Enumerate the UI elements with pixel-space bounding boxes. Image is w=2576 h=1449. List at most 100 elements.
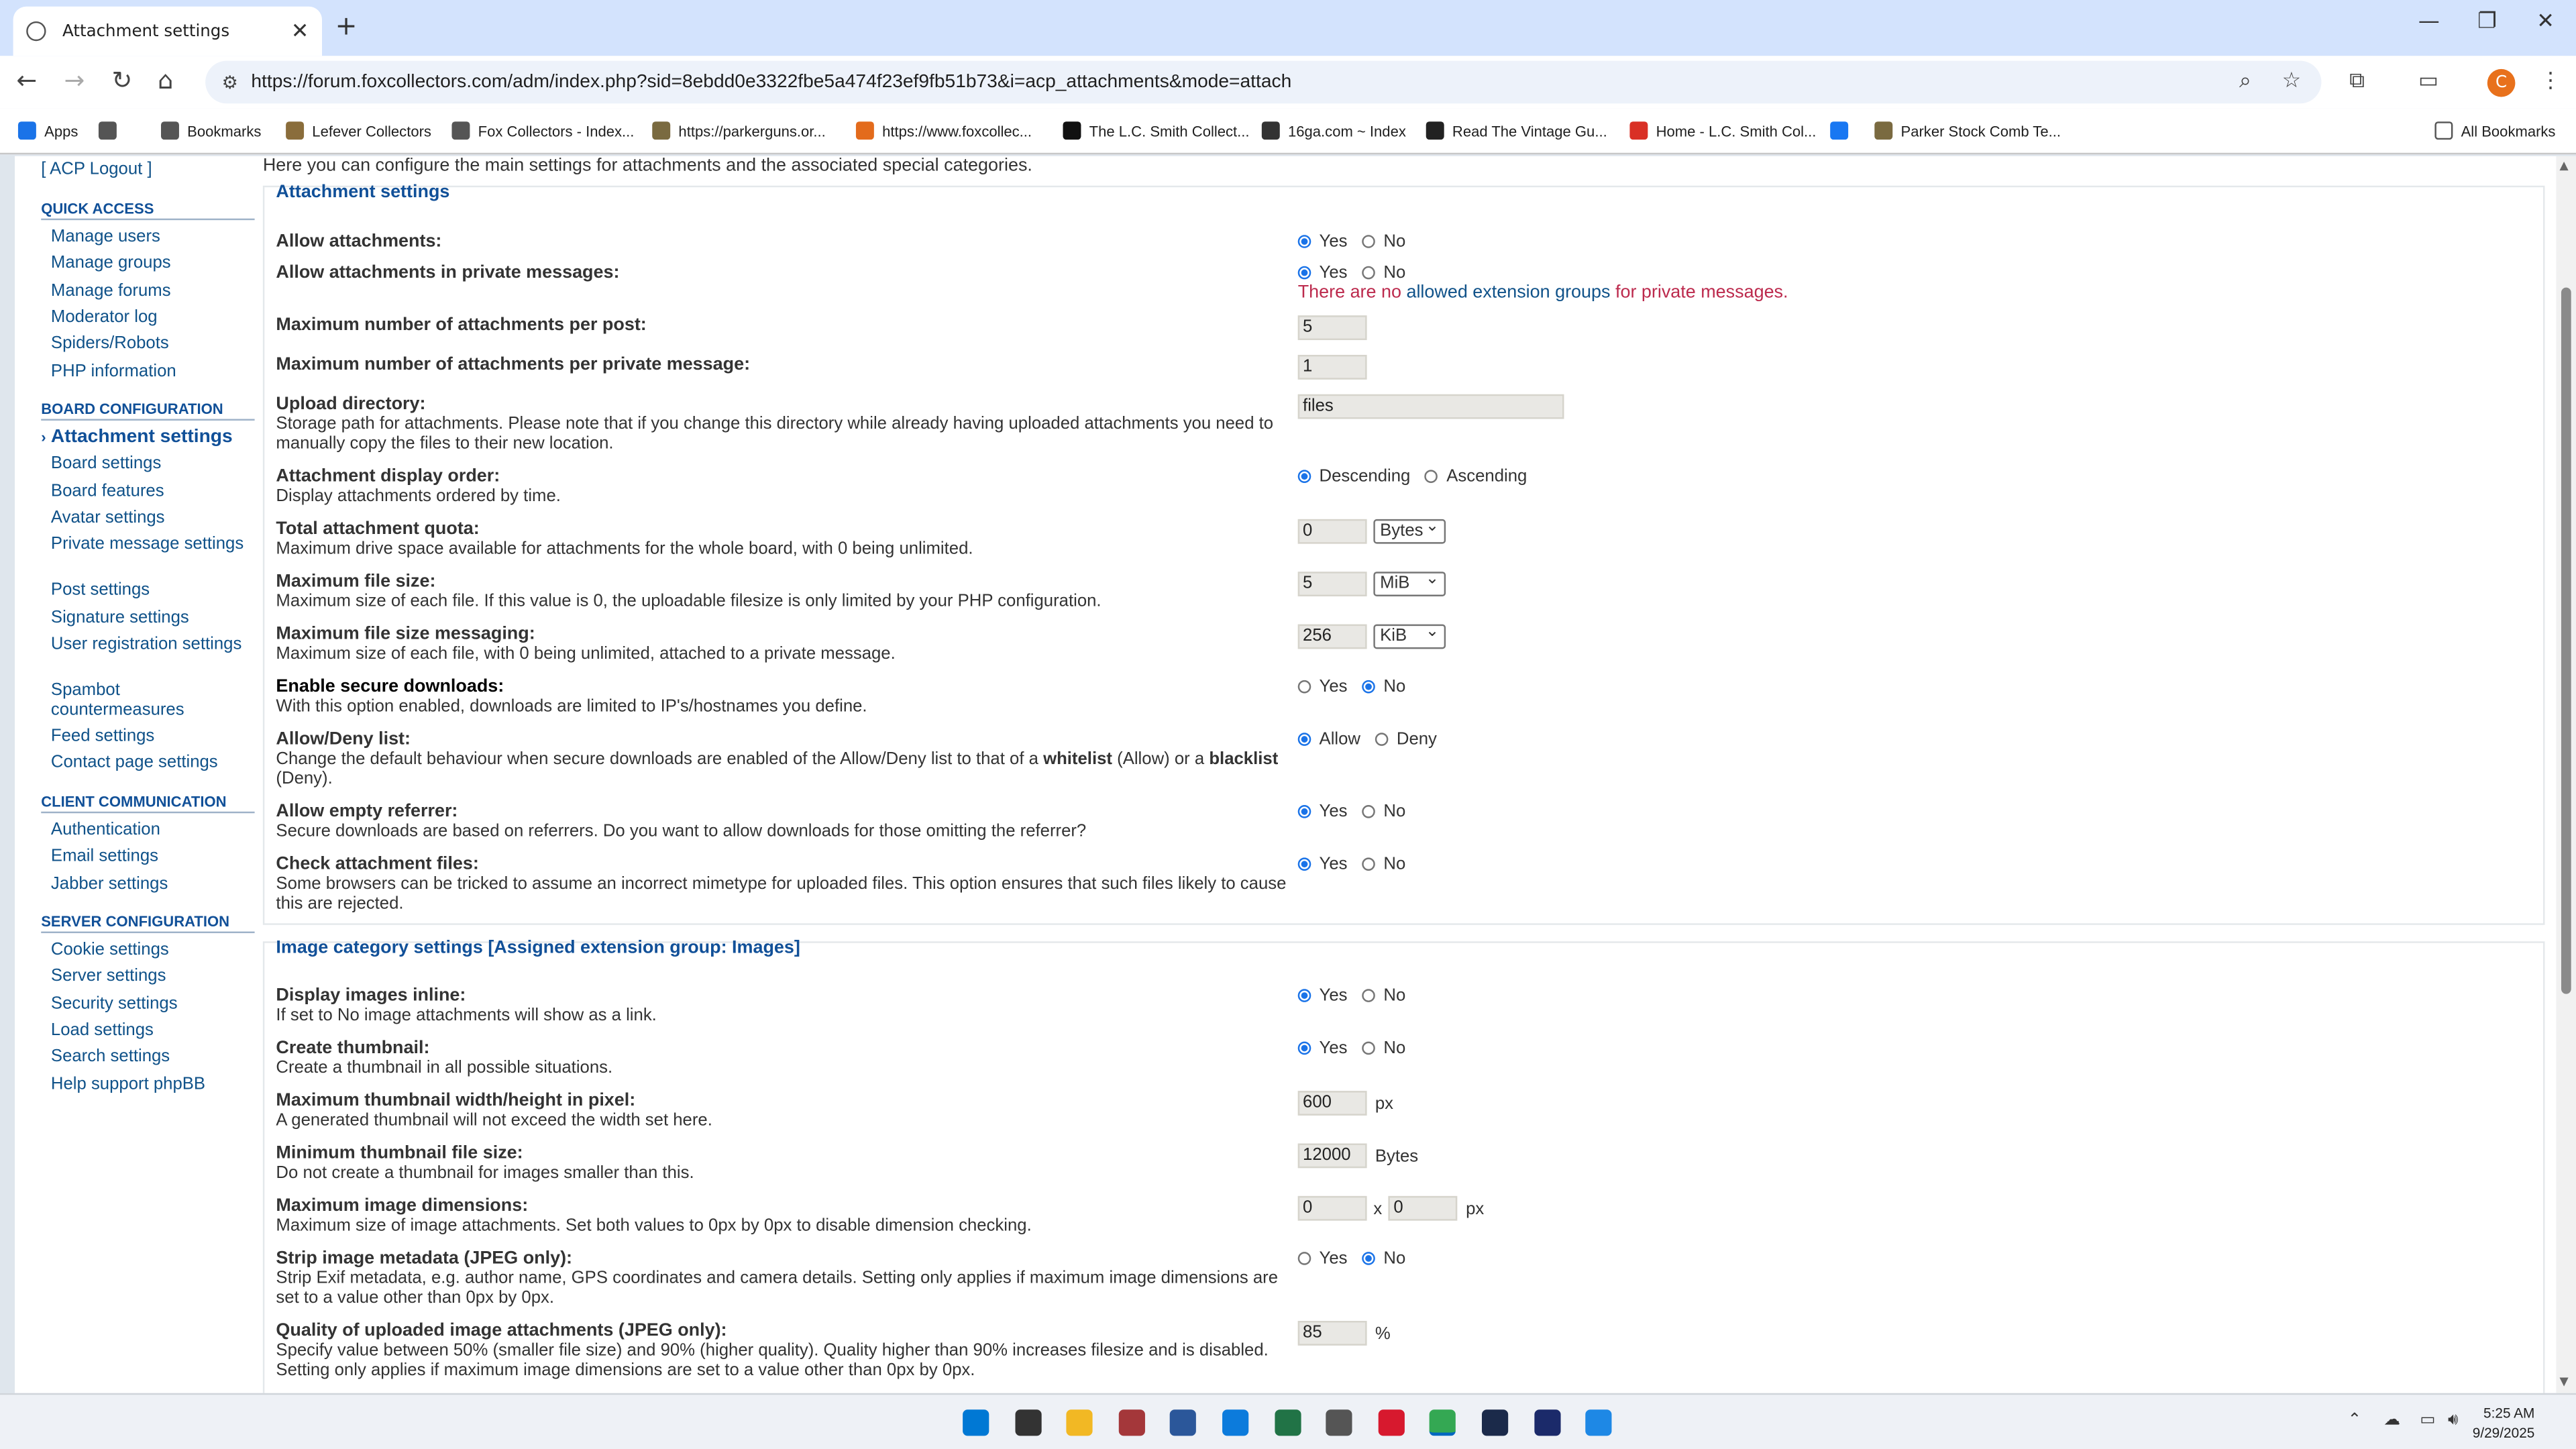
- chrome-icon[interactable]: [1430, 1409, 1456, 1436]
- max-per-pm-input[interactable]: 1: [1297, 354, 1367, 380]
- access-icon[interactable]: [1118, 1409, 1145, 1436]
- radio-yes[interactable]: [1297, 857, 1311, 871]
- sidebar-item-signature-settings[interactable]: Signature settings: [51, 607, 255, 627]
- new-tab-icon[interactable]: +: [335, 10, 358, 42]
- acrobat-icon[interactable]: [1378, 1409, 1405, 1436]
- bookmark-item[interactable]: [1830, 121, 1856, 140]
- radio-yes[interactable]: [1297, 805, 1311, 818]
- sidebar-item-board-settings[interactable]: Board settings: [51, 454, 255, 474]
- extensions-icon[interactable]: ⧉: [2349, 69, 2365, 94]
- radio-no[interactable]: [1362, 857, 1376, 871]
- volume-icon[interactable]: 🔊︎: [2448, 1411, 2458, 1430]
- sidebar-item-manage-forums[interactable]: Manage forums: [51, 280, 255, 300]
- edge-icon[interactable]: [1222, 1409, 1249, 1436]
- max-image-height-input[interactable]: 0: [1389, 1195, 1458, 1221]
- max-file-size-input[interactable]: 5: [1297, 572, 1367, 596]
- network-icon[interactable]: ▭: [2420, 1411, 2435, 1430]
- site-info-icon[interactable]: ⚙: [222, 72, 238, 93]
- sidebar-item-server-settings[interactable]: Server settings: [51, 967, 255, 986]
- chevron-up-icon[interactable]: ⌃: [2348, 1411, 2362, 1430]
- sidebar-item-spambot-countermeasures[interactable]: Spambot countermeasures: [51, 680, 255, 719]
- acp-logout-link[interactable]: [ ACP Logout ]: [41, 160, 152, 179]
- sidebar-item-feed-settings[interactable]: Feed settings: [51, 726, 255, 745]
- calculator-icon[interactable]: [1326, 1409, 1352, 1436]
- quota-unit-select[interactable]: Bytes: [1373, 516, 1446, 544]
- scroll-up-icon[interactable]: ▲: [2560, 160, 2569, 173]
- excel-icon[interactable]: [1274, 1409, 1301, 1436]
- scrollbar-thumb[interactable]: [2561, 287, 2571, 994]
- bookmark-item[interactable]: Parker Stock Comb Te...: [1874, 121, 2061, 140]
- sidebar-item-load-settings[interactable]: Load settings: [51, 1020, 255, 1040]
- forward-icon[interactable]: →: [64, 66, 85, 95]
- radio-no[interactable]: [1362, 235, 1376, 248]
- system-clock[interactable]: 5:25 AM 9/29/2025: [2473, 1403, 2535, 1442]
- star-icon[interactable]: ☆: [2282, 69, 2302, 94]
- max-image-width-input[interactable]: 0: [1297, 1195, 1367, 1221]
- cast-icon[interactable]: ▭: [2418, 69, 2438, 94]
- bookmark-item[interactable]: [98, 121, 125, 140]
- sidebar-item-private-message-settings[interactable]: Private message settings: [51, 534, 255, 553]
- close-window-icon[interactable]: ✕: [2536, 10, 2555, 35]
- sidebar-item-board-features[interactable]: Board features: [51, 481, 255, 500]
- radio-no[interactable]: [1362, 1252, 1376, 1265]
- bookmark-item[interactable]: Fox Collectors - Index...: [451, 121, 634, 140]
- browser-tab[interactable]: Attachment settings ✕: [13, 6, 323, 56]
- thumbnail-min-size-input[interactable]: 12000: [1297, 1143, 1367, 1169]
- radio-yes[interactable]: [1297, 989, 1311, 1002]
- bookmark-item[interactable]: Lefever Collectors: [286, 121, 431, 140]
- bookmark-item[interactable]: Home - L.C. Smith Col...: [1629, 121, 1816, 140]
- back-icon[interactable]: ←: [16, 66, 37, 95]
- sidebar-item-manage-groups[interactable]: Manage groups: [51, 254, 255, 273]
- home-icon[interactable]: ⌂: [158, 66, 173, 95]
- radio-yes[interactable]: [1297, 266, 1311, 280]
- word-icon[interactable]: [1170, 1409, 1197, 1436]
- sidebar-item-post-settings[interactable]: Post settings: [51, 580, 255, 600]
- radio-ascending[interactable]: [1425, 470, 1438, 484]
- quota-input[interactable]: 0: [1297, 519, 1367, 544]
- radio-deny[interactable]: [1375, 733, 1389, 746]
- sidebar-item-spiders-robots[interactable]: Spiders/Robots: [51, 334, 255, 354]
- sidebar-item-contact-page-settings[interactable]: Contact page settings: [51, 753, 255, 772]
- bookmark-item[interactable]: Apps: [17, 121, 78, 140]
- sidebar-item-security-settings[interactable]: Security settings: [51, 994, 255, 1013]
- radio-descending[interactable]: [1297, 470, 1311, 484]
- upload-directory-input[interactable]: files: [1297, 394, 1564, 419]
- max-file-size-pm-unit-select[interactable]: KiB: [1373, 621, 1446, 649]
- minimize-icon[interactable]: —: [2418, 10, 2440, 35]
- search-icon[interactable]: ⌕: [2239, 69, 2251, 94]
- radio-yes[interactable]: [1297, 235, 1311, 248]
- max-file-size-pm-input[interactable]: 256: [1297, 624, 1367, 649]
- radio-yes[interactable]: [1297, 1041, 1311, 1055]
- bookmark-item[interactable]: 16ga.com ~ Index: [1261, 121, 1406, 140]
- radio-no[interactable]: [1362, 266, 1376, 280]
- start-icon[interactable]: [963, 1409, 989, 1436]
- sidebar-item-attachment-settings[interactable]: Attachment settings: [41, 427, 255, 447]
- bookmark-item[interactable]: The L.C. Smith Collect...: [1063, 121, 1250, 140]
- radio-no[interactable]: [1362, 805, 1376, 818]
- thumbnail-max-input[interactable]: 600: [1297, 1091, 1367, 1116]
- radio-yes[interactable]: [1297, 680, 1311, 694]
- page-scrollbar[interactable]: ▲ ▼: [2556, 156, 2576, 1393]
- sidebar-item-search-settings[interactable]: Search settings: [51, 1046, 255, 1066]
- max-per-post-input[interactable]: 5: [1297, 315, 1367, 340]
- sidebar-item-php-information[interactable]: PHP information: [51, 361, 255, 380]
- radio-yes[interactable]: [1297, 1252, 1311, 1265]
- sidebar-item-cookie-settings[interactable]: Cookie settings: [51, 940, 255, 959]
- profile-avatar[interactable]: C: [2487, 68, 2516, 97]
- bookmark-item[interactable]: Read The Vintage Gu...: [1426, 121, 1607, 140]
- cloud-icon[interactable]: ☁: [2383, 1411, 2400, 1430]
- bookmark-item[interactable]: https://www.foxcollec...: [855, 121, 1032, 140]
- store-app-icon[interactable]: [1585, 1409, 1612, 1436]
- bookmark-item[interactable]: Bookmarks: [161, 121, 261, 140]
- radio-allow[interactable]: [1297, 733, 1311, 746]
- folder-icon[interactable]: [1066, 1409, 1093, 1436]
- max-file-size-unit-select[interactable]: MiB: [1373, 568, 1446, 596]
- sidebar-item-avatar-settings[interactable]: Avatar settings: [51, 507, 255, 527]
- radio-no[interactable]: [1362, 1041, 1376, 1055]
- allowed-extension-groups-link[interactable]: allowed extension groups: [1406, 282, 1610, 302]
- sidebar-item-moderator-log[interactable]: Moderator log: [51, 307, 255, 327]
- sidebar-item-email-settings[interactable]: Email settings: [51, 847, 255, 866]
- address-bar[interactable]: ⚙ https://forum.foxcollectors.com/adm/in…: [205, 60, 2322, 104]
- restore-icon[interactable]: ❐: [2477, 10, 2497, 35]
- jpeg-quality-input[interactable]: 85: [1297, 1320, 1367, 1346]
